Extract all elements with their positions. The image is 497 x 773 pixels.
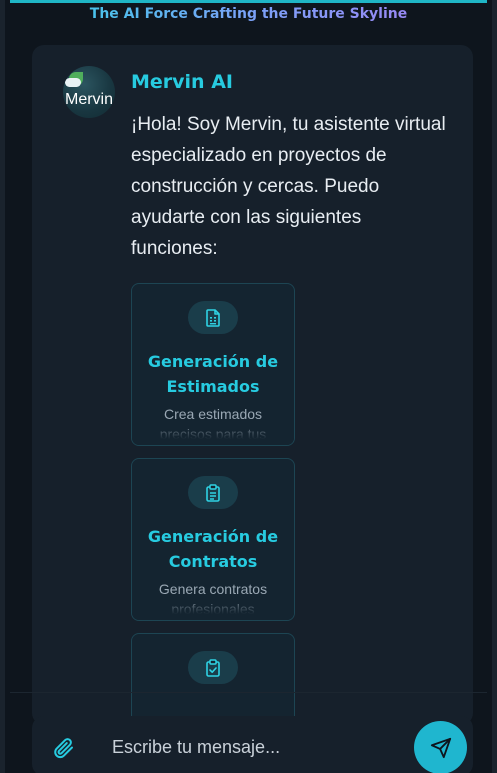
tagline: The AI Force Crafting the Future Skyline — [5, 6, 492, 22]
avatar-alt-text: Mervin AI — [65, 91, 115, 108]
feature-card-contracts[interactable]: Generación de Contratos Genera contratos… — [131, 458, 295, 621]
feature-card-third[interactable] — [131, 633, 295, 725]
feature-title: Generación de Estimados — [147, 352, 279, 396]
paperclip-icon[interactable] — [52, 736, 76, 760]
feature-icon-badge — [188, 651, 238, 684]
document-icon — [206, 308, 220, 327]
feature-title: Generación de Contratos — [147, 527, 279, 571]
bot-avatar: Mervin AI — [63, 66, 115, 118]
clipboard-check-icon — [206, 658, 220, 677]
text-fade — [132, 421, 294, 445]
text-fade — [132, 596, 294, 620]
top-accent-line — [10, 0, 487, 3]
avatar-cloud-icon — [65, 78, 81, 87]
feature-card-estimates[interactable]: Generación de Estimados Crea estimados p… — [131, 283, 295, 446]
composer-divider — [10, 692, 487, 693]
send-icon — [430, 737, 451, 758]
clipboard-icon — [206, 483, 220, 502]
feature-icon-badge — [188, 301, 238, 334]
message-input[interactable] — [112, 732, 402, 762]
message-text: ¡Hola! Soy Mervin, tu asistente virtual … — [131, 114, 446, 259]
feature-icon-badge — [188, 476, 238, 509]
chat-message-panel: Mervin AI Mervin AI ¡Hola! Soy Mervin, t… — [32, 45, 473, 725]
send-button[interactable] — [414, 721, 467, 773]
message-composer — [32, 716, 473, 773]
app-frame: The AI Force Crafting the Future Skyline… — [0, 0, 497, 773]
sender-name: Mervin AI — [131, 71, 233, 93]
